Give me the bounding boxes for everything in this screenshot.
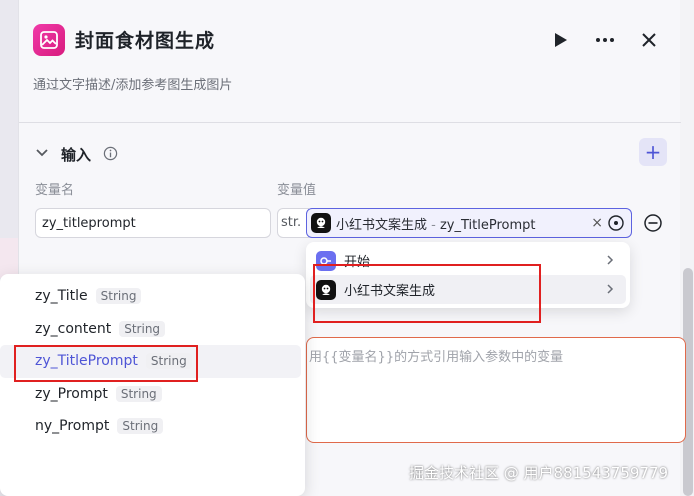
chevron-right-icon xyxy=(607,255,614,265)
more-icon xyxy=(596,38,614,42)
panel-header: 封面食材图生成 通过文字描述/添加参考图生成图片 xyxy=(19,0,681,122)
variable-option[interactable]: zy_Prompt String xyxy=(0,378,301,411)
clear-reference-button[interactable]: × xyxy=(591,215,603,231)
variable-reference-field[interactable]: 小红书文案生成 - zy_TitlePrompt × xyxy=(306,208,632,238)
header-divider xyxy=(19,122,681,123)
chevron-down-icon[interactable] xyxy=(35,146,49,160)
variable-option[interactable]: zy_content String xyxy=(0,313,301,346)
type-badge: String xyxy=(119,320,166,337)
variable-option[interactable]: zy_Title String xyxy=(0,280,301,313)
type-badge: String xyxy=(117,418,164,435)
variable-name-input[interactable] xyxy=(35,208,271,238)
highlight-box-node xyxy=(313,264,541,323)
add-input-button[interactable]: + xyxy=(639,138,667,166)
highlight-box-variable xyxy=(14,345,198,382)
remove-row-icon[interactable] xyxy=(643,213,663,233)
chevron-right-icon xyxy=(607,284,614,294)
close-icon xyxy=(642,33,656,47)
value-type-select[interactable]: str. xyxy=(277,208,309,238)
prompt-editor[interactable]: 用{{变量名}}的方式引用输入参数中的变量 xyxy=(306,337,686,443)
type-badge: String xyxy=(115,385,162,402)
node-description[interactable]: 通过文字描述/添加参考图生成图片 xyxy=(33,74,232,93)
type-badge: String xyxy=(95,288,142,305)
plus-icon: + xyxy=(644,140,662,164)
close-button[interactable] xyxy=(637,28,661,52)
node-title[interactable]: 封面食材图生成 xyxy=(75,26,215,53)
info-icon[interactable] xyxy=(103,146,118,161)
xiaohongshu-icon xyxy=(311,213,331,233)
canvas-node-edge xyxy=(0,238,18,278)
input-section-title: 输入 xyxy=(61,146,92,164)
variable-select-dropdown: zy_Title String zy_content String zy_Tit… xyxy=(0,274,305,496)
reference-text: 小红书文案生成 - zy_TitlePrompt xyxy=(336,217,536,233)
prompt-placeholder: 用{{变量名}}的方式引用输入参数中的变量 xyxy=(309,350,564,365)
column-header-value: 变量值 xyxy=(277,183,317,198)
more-button[interactable] xyxy=(593,28,617,52)
play-icon xyxy=(555,33,567,47)
target-icon[interactable] xyxy=(607,214,625,232)
variable-option[interactable]: ny_Prompt String xyxy=(0,410,301,443)
column-header-name: 变量名 xyxy=(35,183,75,198)
run-button[interactable] xyxy=(549,28,573,52)
watermark: 掘金技术社区 @ 用户881543759779 xyxy=(409,464,669,482)
image-icon xyxy=(33,24,65,56)
